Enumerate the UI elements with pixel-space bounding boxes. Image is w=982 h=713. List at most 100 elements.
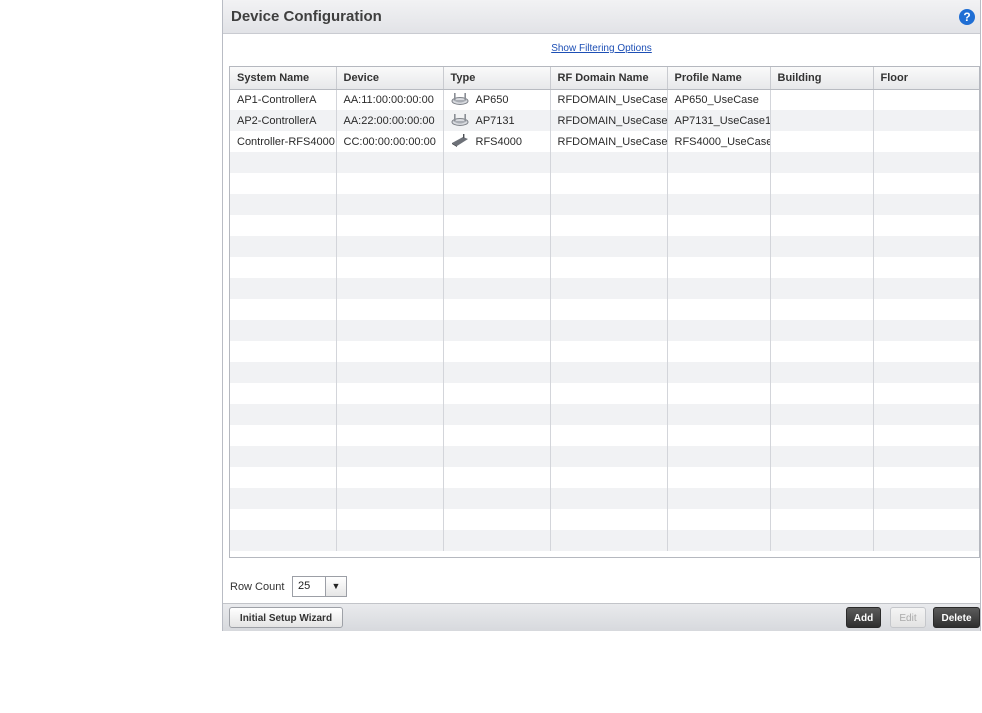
cell-rf-domain xyxy=(550,278,668,299)
cell-system-name xyxy=(230,362,337,383)
chevron-down-icon[interactable]: ▼ xyxy=(325,577,346,596)
device-configuration-panel: Device Configuration ? Show Filtering Op… xyxy=(222,0,981,631)
show-filtering-options-link[interactable]: Show Filtering Options xyxy=(223,43,980,54)
table-row[interactable] xyxy=(230,278,979,299)
cell-building xyxy=(770,467,874,488)
cell-building xyxy=(770,530,874,551)
cell-rf-domain xyxy=(550,299,668,320)
cell-system-name xyxy=(230,257,337,278)
cell-system-name xyxy=(230,152,337,173)
cell-rf-domain xyxy=(550,152,668,173)
table-row[interactable] xyxy=(230,488,979,509)
table-header-row: System Name Device Type RF Domain Name P… xyxy=(230,67,979,90)
cell-building xyxy=(770,488,874,509)
table-row[interactable]: Controller-RFS4000 CC:00:00:00:00:00 RFS40… xyxy=(230,131,979,152)
column-header-device[interactable]: Device xyxy=(336,67,444,90)
cell-type xyxy=(443,341,551,362)
table-row[interactable] xyxy=(230,425,979,446)
table-row[interactable] xyxy=(230,173,979,194)
column-header-system-name[interactable]: System Name xyxy=(230,67,337,90)
help-icon[interactable]: ? xyxy=(959,9,975,25)
cell-profile: AP7131_UseCase1 xyxy=(667,110,771,131)
column-header-floor[interactable]: Floor xyxy=(873,67,979,90)
access-point-icon xyxy=(451,113,469,129)
cell-rf-domain xyxy=(550,257,668,278)
delete-button[interactable]: Delete xyxy=(933,607,980,628)
column-header-type[interactable]: Type xyxy=(443,67,551,90)
cell-rf-domain xyxy=(550,173,668,194)
cell-system-name xyxy=(230,446,337,467)
cell-system-name xyxy=(230,383,337,404)
cell-type xyxy=(443,257,551,278)
cell-type xyxy=(443,404,551,425)
table-row[interactable] xyxy=(230,509,979,530)
cell-device xyxy=(336,467,444,488)
cell-floor xyxy=(873,488,979,509)
cell-profile xyxy=(667,257,771,278)
row-count-select[interactable]: 25 ▼ xyxy=(292,576,347,597)
cell-type xyxy=(443,194,551,215)
table-row[interactable] xyxy=(230,236,979,257)
table-row[interactable] xyxy=(230,194,979,215)
cell-rf-domain xyxy=(550,194,668,215)
cell-device xyxy=(336,383,444,404)
cell-rf-domain xyxy=(550,236,668,257)
table-row[interactable] xyxy=(230,215,979,236)
column-header-rf-domain-name[interactable]: RF Domain Name xyxy=(550,67,668,90)
controller-icon xyxy=(451,133,469,150)
table-row[interactable] xyxy=(230,152,979,173)
cell-profile xyxy=(667,467,771,488)
table-row[interactable]: AP2-ControllerA AA:22:00:00:00:00 AP7131 RF… xyxy=(230,110,979,131)
cell-device: CC:00:00:00:00:00 xyxy=(336,131,444,152)
cell-type xyxy=(443,320,551,341)
table-row[interactable] xyxy=(230,404,979,425)
cell-profile xyxy=(667,215,771,236)
column-header-profile-name[interactable]: Profile Name xyxy=(667,67,771,90)
type-label: RFS4000 xyxy=(475,135,522,148)
table-row[interactable] xyxy=(230,383,979,404)
table-row[interactable] xyxy=(230,320,979,341)
cell-rf-domain xyxy=(550,425,668,446)
column-header-building[interactable]: Building xyxy=(770,67,874,90)
cell-type xyxy=(443,467,551,488)
cell-system-name xyxy=(230,173,337,194)
page-title: Device Configuration xyxy=(231,8,382,25)
cell-type xyxy=(443,215,551,236)
table-row[interactable] xyxy=(230,446,979,467)
device-table: System Name Device Type RF Domain Name P… xyxy=(229,66,980,558)
cell-profile xyxy=(667,236,771,257)
cell-system-name xyxy=(230,278,337,299)
cell-system-name xyxy=(230,404,337,425)
cell-profile xyxy=(667,488,771,509)
cell-building xyxy=(770,383,874,404)
cell-building xyxy=(770,152,874,173)
table-row[interactable] xyxy=(230,257,979,278)
initial-setup-wizard-button[interactable]: Initial Setup Wizard xyxy=(229,607,343,628)
cell-system-name xyxy=(230,236,337,257)
table-row[interactable]: AP1-ControllerA AA:11:00:00:00:00 AP650 RFD… xyxy=(230,89,979,110)
cell-profile: AP650_UseCase xyxy=(667,89,771,110)
cell-rf-domain xyxy=(550,446,668,467)
cell-system-name: AP1-ControllerA xyxy=(230,89,337,110)
panel-header: Device Configuration ? xyxy=(223,0,980,34)
table-row[interactable] xyxy=(230,530,979,551)
cell-profile xyxy=(667,152,771,173)
cell-building xyxy=(770,425,874,446)
edit-button[interactable]: Edit xyxy=(890,607,926,628)
cell-system-name xyxy=(230,341,337,362)
cell-system-name: AP2-ControllerA xyxy=(230,110,337,131)
cell-type xyxy=(443,278,551,299)
add-button[interactable]: Add xyxy=(846,607,881,628)
table-row[interactable] xyxy=(230,467,979,488)
cell-rf-domain: RFDOMAIN_UseCase1 xyxy=(550,89,668,110)
cell-building xyxy=(770,89,874,110)
cell-device xyxy=(336,278,444,299)
table-row[interactable] xyxy=(230,299,979,320)
cell-floor xyxy=(873,194,979,215)
table-row[interactable] xyxy=(230,362,979,383)
cell-type xyxy=(443,488,551,509)
cell-rf-domain xyxy=(550,383,668,404)
table-row[interactable] xyxy=(230,341,979,362)
cell-type xyxy=(443,383,551,404)
cell-floor xyxy=(873,215,979,236)
